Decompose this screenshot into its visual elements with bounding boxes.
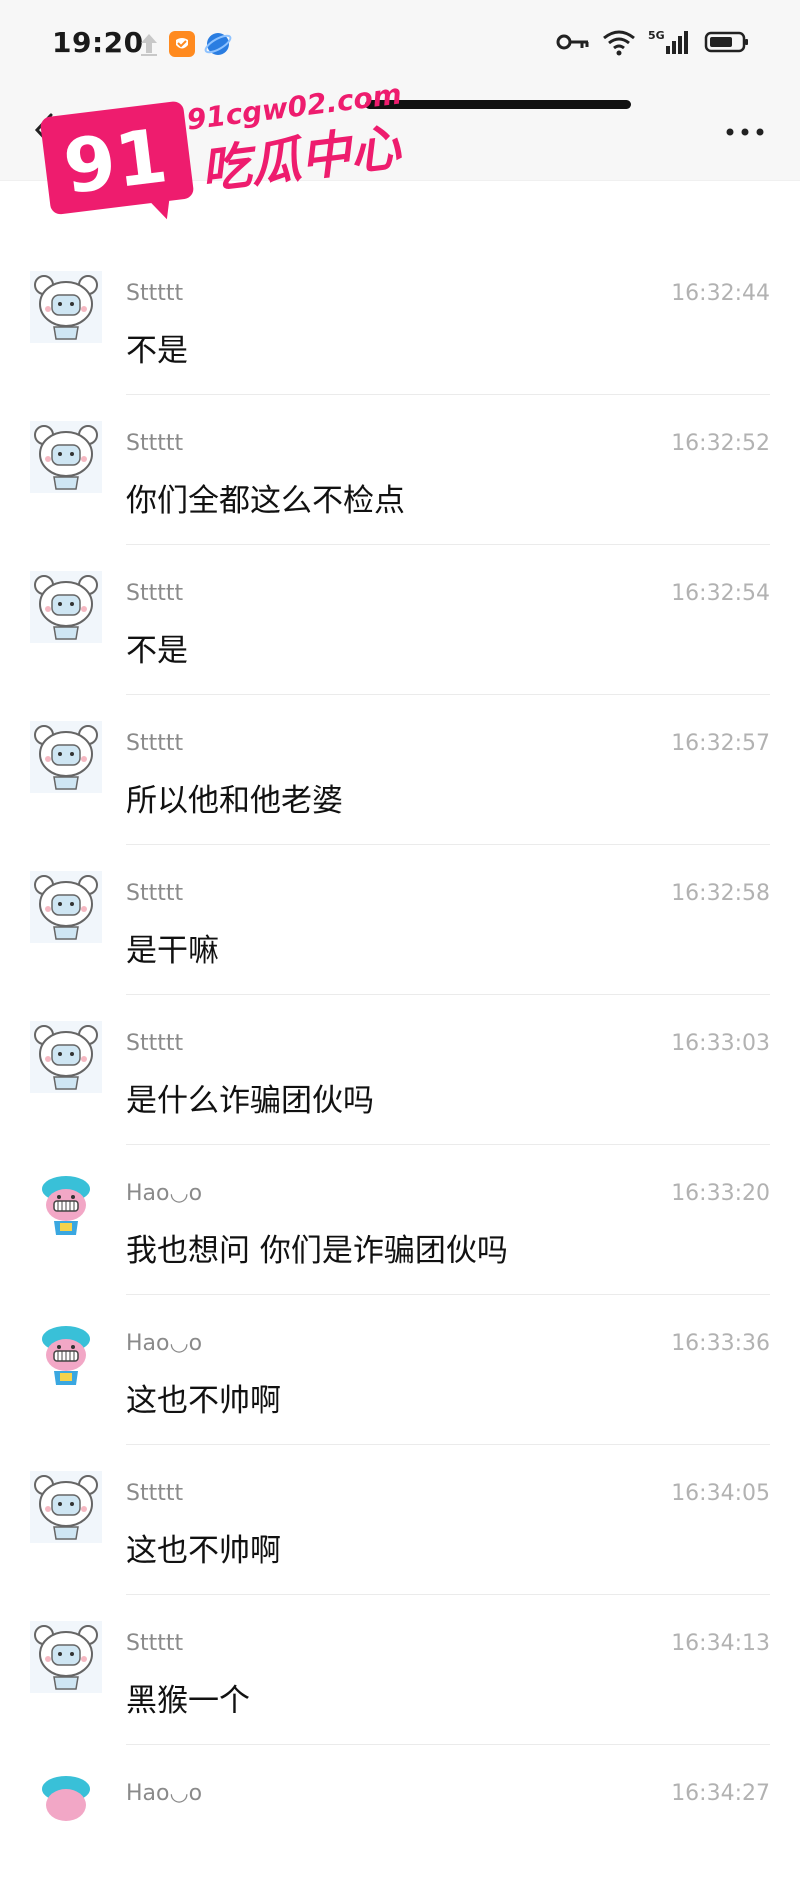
message-item[interactable]: Hao◡o 16:33:20 我也想问 你们是诈骗团伙吗 — [0, 1145, 800, 1295]
message-item[interactable]: Sttttt 16:32:54 不是 — [0, 545, 800, 695]
bear-avatar-icon[interactable] — [30, 1471, 102, 1543]
message-text[interactable]: 这也不帅啊 — [126, 1375, 281, 1420]
message-item[interactable]: Sttttt 16:32:52 你们全都这么不检点 — [0, 395, 800, 545]
bear-avatar-icon[interactable] — [30, 1021, 102, 1093]
bear-avatar-icon[interactable] — [30, 721, 102, 793]
message-text[interactable]: 我也想问 你们是诈骗团伙吗 — [126, 1225, 508, 1270]
watermark-logo: 91 91cgw02.com 吃瓜中心 — [40, 77, 405, 220]
sender-name: Sttttt — [126, 431, 184, 456]
cartoon-avatar-icon[interactable] — [30, 1321, 102, 1393]
status-time: 19:20 — [52, 26, 144, 59]
message-text[interactable]: 你们全都这么不检点 — [126, 475, 405, 520]
svg-text:5G: 5G — [648, 29, 665, 42]
sender-name: Sttttt — [126, 881, 184, 906]
message-item[interactable]: Sttttt 16:32:58 是干嘛 — [0, 845, 800, 995]
battery-icon — [704, 30, 750, 54]
upload-icon — [138, 31, 160, 57]
message-time: 16:32:44 — [671, 281, 770, 306]
browser-app-icon — [204, 30, 232, 58]
message-time: 16:34:27 — [671, 1781, 770, 1806]
wifi-icon — [602, 28, 636, 56]
sender-name: Hao◡o — [126, 1331, 203, 1356]
message-text[interactable]: 是干嘛 — [126, 925, 219, 970]
sender-name: Sttttt — [126, 1631, 184, 1656]
bear-avatar-icon[interactable] — [30, 421, 102, 493]
message-text[interactable]: 这也不帅啊 — [126, 1525, 281, 1570]
watermark-number: 91 — [59, 113, 172, 211]
bear-avatar-icon[interactable] — [30, 571, 102, 643]
message-time: 16:32:54 — [671, 581, 770, 606]
message-text[interactable]: 所以他和他老婆 — [126, 775, 343, 820]
message-time: 16:33:36 — [671, 1331, 770, 1356]
message-text[interactable]: 黑猴一个 — [126, 1675, 250, 1720]
status-right-icons: 5G — [556, 28, 750, 56]
message-item[interactable]: Sttttt 16:34:13 黑猴一个 — [0, 1595, 800, 1745]
bear-avatar-icon[interactable] — [30, 871, 102, 943]
message-item[interactable]: Sttttt 16:34:05 这也不帅啊 — [0, 1445, 800, 1595]
message-time: 16:33:03 — [671, 1031, 770, 1056]
message-item[interactable]: Sttttt 16:32:57 所以他和他老婆 — [0, 695, 800, 845]
cartoon-avatar-icon[interactable] — [30, 1771, 102, 1843]
cellular-signal-icon: 5G — [648, 28, 692, 56]
sender-name: Sttttt — [126, 281, 184, 306]
vpn-key-icon — [556, 31, 590, 53]
message-item[interactable]: Sttttt 16:33:03 是什么诈骗团伙吗 — [0, 995, 800, 1145]
message-time: 16:34:13 — [671, 1631, 770, 1656]
sender-name: Sttttt — [126, 1031, 184, 1056]
sender-name: Sttttt — [126, 731, 184, 756]
message-time: 16:32:57 — [671, 731, 770, 756]
sender-name: Sttttt — [126, 1481, 184, 1506]
message-time: 16:32:52 — [671, 431, 770, 456]
message-time: 16:32:58 — [671, 881, 770, 906]
message-list[interactable]: Sttttt 16:32:44 不是 Sttttt 16:32:52 你们全都这… — [0, 245, 800, 1895]
message-time: 16:34:05 — [671, 1481, 770, 1506]
bear-avatar-icon[interactable] — [30, 271, 102, 343]
message-item[interactable]: Sttttt 16:32:44 不是 — [0, 245, 800, 395]
more-dots-icon — [726, 128, 764, 136]
message-text[interactable]: 不是 — [126, 625, 188, 670]
cartoon-avatar-icon[interactable] — [30, 1171, 102, 1243]
sender-name: Hao◡o — [126, 1781, 203, 1806]
status-left-icons — [138, 30, 232, 58]
sender-name: Hao◡o — [126, 1181, 203, 1206]
bear-avatar-icon[interactable] — [30, 1621, 102, 1693]
message-item[interactable]: Hao◡o 16:34:27 — [0, 1745, 800, 1895]
message-text[interactable]: 是什么诈骗团伙吗 — [126, 1075, 374, 1120]
shield-app-icon — [168, 30, 196, 58]
sender-name: Sttttt — [126, 581, 184, 606]
more-options-button[interactable] — [720, 112, 770, 152]
message-time: 16:33:20 — [671, 1181, 770, 1206]
message-text[interactable]: 不是 — [126, 325, 188, 370]
message-item[interactable]: Hao◡o 16:33:36 这也不帅啊 — [0, 1295, 800, 1445]
